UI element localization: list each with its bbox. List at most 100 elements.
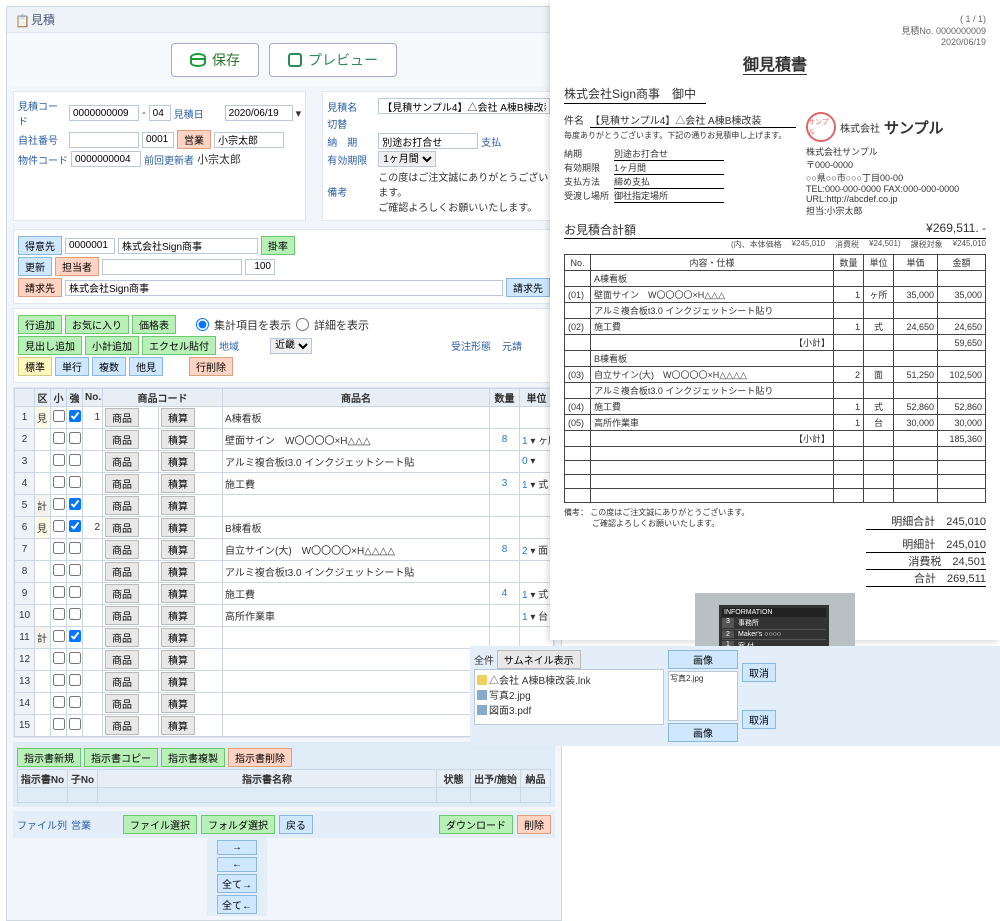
est-button[interactable]: 積算 — [161, 430, 195, 449]
radio-detail[interactable] — [296, 318, 309, 331]
preview-button[interactable]: プレビュー — [269, 43, 397, 77]
row-check2[interactable] — [69, 586, 81, 598]
download-button[interactable]: ダウンロード — [439, 815, 513, 834]
row-check[interactable] — [53, 696, 65, 708]
row-check2[interactable] — [69, 476, 81, 488]
row-check[interactable] — [53, 454, 65, 466]
est-button[interactable]: 積算 — [161, 650, 195, 669]
item-button[interactable]: 商品 — [105, 584, 139, 603]
est-button[interactable]: 積算 — [161, 518, 195, 537]
dropdown-icon[interactable]: ▾ — [296, 107, 302, 120]
item-button[interactable]: 商品 — [105, 408, 139, 427]
heading-add-button[interactable]: 見出し追加 — [18, 336, 82, 355]
est-button[interactable]: 積算 — [161, 584, 195, 603]
back-button[interactable]: 戻る — [279, 815, 313, 834]
table-row[interactable]: 8商品積算アルミ複合板t3.0 インクジェットシート貼 — [15, 561, 554, 583]
save-button[interactable]: 保存 — [171, 43, 259, 77]
thumb-button[interactable]: サムネイル表示 — [497, 650, 581, 669]
item-button[interactable]: 商品 — [105, 518, 139, 537]
row-check2[interactable] — [69, 520, 81, 532]
row-check[interactable] — [53, 410, 65, 422]
row-check[interactable] — [53, 586, 65, 598]
list-item[interactable]: 図面3.pdf — [477, 702, 661, 717]
item-button[interactable]: 商品 — [105, 694, 139, 713]
row-check2[interactable] — [69, 498, 81, 510]
all-left-button[interactable]: 全て← — [217, 895, 257, 914]
item-button[interactable]: 商品 — [105, 496, 139, 515]
list-item[interactable]: 写真2.jpg — [477, 687, 661, 702]
est-button[interactable]: 積算 — [161, 716, 195, 735]
row-check[interactable] — [53, 476, 65, 488]
table-row[interactable]: 4商品積算施工費31 ▾ 式 — [15, 473, 554, 495]
est-button[interactable]: 積算 — [161, 474, 195, 493]
row-check[interactable] — [53, 542, 65, 554]
sales-button[interactable]: 営業 — [177, 130, 211, 149]
radio-summary[interactable] — [196, 318, 209, 331]
row-check[interactable] — [53, 674, 65, 686]
sales-name-input[interactable] — [214, 132, 284, 148]
est-name-input[interactable] — [378, 98, 550, 114]
table-row[interactable]: 9商品積算施工費41 ▾ 式 — [15, 583, 554, 605]
cancel-button-2[interactable]: 取消 — [742, 710, 776, 729]
est-button[interactable]: 積算 — [161, 628, 195, 647]
region-select[interactable]: 近畿 — [270, 338, 312, 354]
item-button[interactable]: 商品 — [105, 474, 139, 493]
customer-code-input[interactable] — [65, 238, 115, 254]
billto-input[interactable] — [65, 280, 503, 296]
other-est-button[interactable]: 他見 — [129, 357, 163, 376]
item-button[interactable]: 商品 — [105, 540, 139, 559]
billto-sel-button[interactable]: 請求先 — [506, 278, 550, 297]
row-check2[interactable] — [69, 542, 81, 554]
image-button-2[interactable]: 画像 — [668, 723, 738, 742]
excel-paste-button[interactable]: エクセル貼付 — [142, 336, 216, 355]
est-button[interactable]: 積算 — [161, 672, 195, 691]
valid-select[interactable]: 1ヶ月間 — [378, 151, 436, 167]
est-button[interactable]: 積算 — [161, 694, 195, 713]
instr-del-button[interactable]: 指示書削除 — [228, 748, 292, 767]
est-button[interactable]: 積算 — [161, 452, 195, 471]
delete-button[interactable]: 削除 — [517, 815, 551, 834]
row-check[interactable] — [53, 718, 65, 730]
multi-button[interactable]: 複数 — [92, 357, 126, 376]
row-check2[interactable] — [69, 652, 81, 664]
instr-copy-button[interactable]: 指示書コピー — [84, 748, 158, 767]
row-check2[interactable] — [69, 608, 81, 620]
est-button[interactable]: 積算 — [161, 408, 195, 427]
row-add-button[interactable]: 行追加 — [18, 315, 62, 334]
est-code-input[interactable] — [69, 105, 139, 121]
update-button[interactable]: 更新 — [18, 257, 52, 276]
row-check2[interactable] — [69, 718, 81, 730]
std-button[interactable]: 標準 — [18, 357, 52, 376]
table-row[interactable]: 3商品積算アルミ複合板t3.0 インクジェットシート貼0 ▾ — [15, 451, 554, 473]
billto-button[interactable]: 請求先 — [18, 278, 62, 297]
row-check2[interactable] — [69, 630, 81, 642]
single-button[interactable]: 単行 — [55, 357, 89, 376]
row-check[interactable] — [53, 564, 65, 576]
row-check[interactable] — [53, 608, 65, 620]
table-row[interactable]: 7商品積算自立サイン(大) W〇〇〇〇×H△△△△82 ▾ 面 — [15, 539, 554, 561]
tantou-button[interactable]: 担当者 — [55, 257, 99, 276]
row-check[interactable] — [53, 630, 65, 642]
deliv-input[interactable] — [378, 133, 478, 149]
row-check2[interactable] — [69, 696, 81, 708]
est-button[interactable]: 積算 — [161, 496, 195, 515]
instr-new-button[interactable]: 指示書新規 — [17, 748, 81, 767]
row-check2[interactable] — [69, 564, 81, 576]
tantou-val-input[interactable] — [245, 259, 275, 275]
est-date-input[interactable] — [225, 105, 293, 121]
row-check2[interactable] — [69, 674, 81, 686]
est-sub-input[interactable] — [149, 105, 171, 121]
own-no-a-input[interactable] — [69, 132, 139, 148]
own-no-b-input[interactable] — [142, 132, 174, 148]
rate-button[interactable]: 掛率 — [261, 236, 295, 255]
favorite-button[interactable]: お気に入り — [65, 315, 129, 334]
item-button[interactable]: 商品 — [105, 562, 139, 581]
item-button[interactable]: 商品 — [105, 452, 139, 471]
instr-dup-button[interactable]: 指示書複製 — [161, 748, 225, 767]
subtotal-add-button[interactable]: 小計追加 — [85, 336, 139, 355]
item-button[interactable]: 商品 — [105, 716, 139, 735]
del-row-button[interactable]: 行削除 — [189, 357, 233, 376]
arrow-right-button[interactable]: → — [217, 840, 257, 855]
row-check2[interactable] — [69, 410, 81, 422]
folder-select-button[interactable]: フォルダ選択 — [201, 815, 275, 834]
